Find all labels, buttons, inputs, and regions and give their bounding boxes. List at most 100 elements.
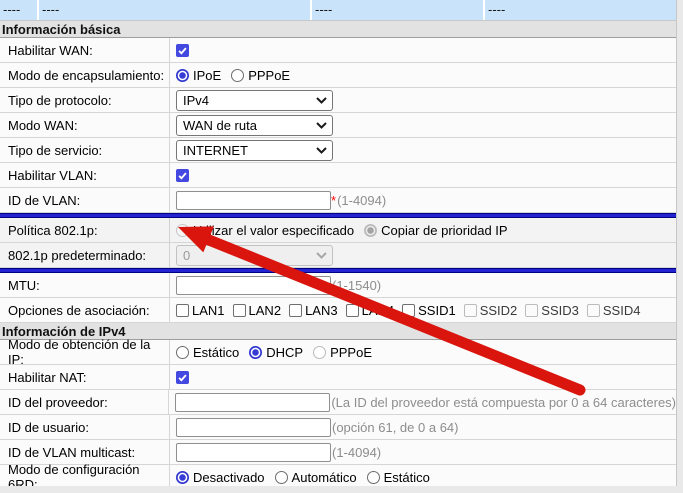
radio-label: Estático — [384, 470, 430, 485]
header-cell: ---- — [312, 0, 485, 20]
chevron-down-icon — [316, 147, 327, 154]
mtu-input[interactable] — [176, 276, 331, 295]
lan3-checkbox[interactable] — [289, 304, 302, 317]
row-tipo-protocolo: Tipo de protocolo: IPv4 — [0, 88, 676, 113]
6rd-disabled-radio[interactable] — [176, 471, 189, 484]
multicast-vlan-id-input[interactable] — [176, 443, 331, 462]
field-label: MTU: — [0, 273, 170, 297]
ssid4-checkbox — [587, 304, 600, 317]
radio-label: PPPoE — [248, 68, 290, 83]
vlan-id-input[interactable] — [176, 191, 331, 210]
checkbox-label: SSID1 — [418, 303, 456, 318]
dhcp-radio[interactable] — [249, 346, 262, 359]
checkmark-icon — [177, 170, 188, 181]
row-id-usuario: ID de usuario: (opción 61, de 0 a 64) — [0, 415, 676, 440]
field-label: ID de usuario: — [0, 415, 170, 439]
field-label: Modo de obtención de la IP: — [0, 340, 170, 364]
nat-enable-checkbox[interactable] — [176, 371, 189, 384]
header-cell: ---- — [39, 0, 312, 20]
wan-settings-table: ---- ---- ---- ---- Información básica H… — [0, 0, 677, 490]
provider-id-input[interactable] — [175, 393, 330, 412]
checkbox-label: LAN4 — [362, 303, 395, 318]
checkmark-icon — [177, 372, 188, 383]
default-8021p-select: 0 — [176, 245, 333, 266]
chevron-down-icon — [316, 97, 327, 104]
field-label: Modo WAN: — [0, 113, 170, 137]
row-politica-8021p: Política 802.1p: Utilizar el valor espec… — [0, 218, 676, 243]
checkbox-label: SSID3 — [541, 303, 579, 318]
ssid2-checkbox — [464, 304, 477, 317]
checkbox-label: SSID4 — [603, 303, 641, 318]
row-habilitar-vlan: Habilitar VLAN: — [0, 163, 676, 188]
table-header-row: ---- ---- ---- ---- — [0, 0, 676, 21]
chevron-down-icon — [316, 122, 327, 129]
checkbox-label: LAN1 — [192, 303, 225, 318]
radio-label: Copiar de prioridad IP — [381, 223, 507, 238]
checkbox-label: LAN3 — [305, 303, 338, 318]
field-label: ID del proveedor: — [0, 390, 169, 414]
static-ip-radio[interactable] — [176, 346, 189, 359]
header-cell: ---- — [0, 0, 39, 20]
radio-label: PPPoE — [330, 345, 372, 360]
field-label: Habilitar VLAN: — [0, 163, 170, 187]
field-label: 802.1p predeterminado: — [0, 243, 170, 267]
field-label: ID de VLAN multicast: — [0, 440, 170, 464]
ssid3-checkbox — [525, 304, 538, 317]
field-hint: (1-4094) — [332, 445, 381, 460]
row-habilitar-nat: Habilitar NAT: — [0, 365, 676, 390]
copy-ip-priority-radio — [364, 224, 377, 237]
row-tipo-servicio: Tipo de servicio: INTERNET — [0, 138, 676, 163]
checkbox-label: SSID2 — [480, 303, 518, 318]
wan-mode-select[interactable]: WAN de ruta — [176, 115, 333, 136]
vlan-enable-checkbox[interactable] — [176, 169, 189, 182]
field-label: Modo de encapsulamiento: — [0, 63, 170, 87]
radio-label: Estático — [193, 345, 239, 360]
6rd-static-radio[interactable] — [367, 471, 380, 484]
row-id-proveedor: ID del proveedor: (La ID del proveedor e… — [0, 390, 676, 415]
row-8021p-predeterminado: 802.1p predeterminado: 0 — [0, 243, 676, 268]
select-value: 0 — [183, 248, 190, 263]
row-modo-encapsulamiento: Modo de encapsulamiento: IPoE PPPoE — [0, 63, 676, 88]
page-background — [0, 486, 683, 493]
select-value: IPv4 — [183, 93, 209, 108]
section-title-basic-info: Información básica — [0, 21, 676, 38]
field-label: ID de VLAN: — [0, 188, 170, 212]
use-specified-value-radio — [176, 224, 189, 237]
radio-label: Utilizar el valor especificado — [193, 223, 354, 238]
radio-label: DHCP — [266, 345, 303, 360]
lan2-checkbox[interactable] — [233, 304, 246, 317]
6rd-automatic-radio[interactable] — [275, 471, 288, 484]
checkbox-label: LAN2 — [249, 303, 282, 318]
header-cell: ---- — [485, 0, 676, 20]
pppoe-ip-radio — [313, 346, 326, 359]
field-label: Tipo de protocolo: — [0, 88, 170, 112]
radio-label: Automático — [292, 470, 357, 485]
pppoe-radio[interactable] — [231, 69, 244, 82]
field-label: Política 802.1p: — [0, 218, 170, 242]
field-label: Habilitar WAN: — [0, 38, 170, 62]
radio-label: IPoE — [193, 68, 221, 83]
protocol-select[interactable]: IPv4 — [176, 90, 333, 111]
field-label: Habilitar NAT: — [0, 365, 170, 389]
row-mtu: MTU: (1-1540) — [0, 273, 676, 298]
field-hint: (La ID del proveedor está compuesta por … — [331, 395, 676, 410]
field-label: Opciones de asociación: — [0, 298, 170, 322]
wan-enable-checkbox[interactable] — [176, 44, 189, 57]
chevron-down-icon — [316, 252, 327, 259]
ssid1-checkbox[interactable] — [402, 304, 415, 317]
radio-label: Desactivado — [193, 470, 265, 485]
lan4-checkbox[interactable] — [346, 304, 359, 317]
checkmark-icon — [177, 45, 188, 56]
service-type-select[interactable]: INTERNET — [176, 140, 333, 161]
row-modo-wan: Modo WAN: WAN de ruta — [0, 113, 676, 138]
field-hint: (1-1540) — [332, 278, 381, 293]
field-label: Tipo de servicio: — [0, 138, 170, 162]
lan1-checkbox[interactable] — [176, 304, 189, 317]
user-id-input[interactable] — [176, 418, 331, 437]
row-id-vlan: ID de VLAN: *(1-4094) — [0, 188, 676, 213]
row-modo-obtencion-ip: Modo de obtención de la IP: Estático DHC… — [0, 340, 676, 365]
ipoe-radio[interactable] — [176, 69, 189, 82]
row-opciones-asociacion: Opciones de asociación: LAN1 LAN2 LAN3 L… — [0, 298, 676, 323]
row-habilitar-wan: Habilitar WAN: — [0, 38, 676, 63]
required-asterisk: * — [331, 193, 336, 208]
